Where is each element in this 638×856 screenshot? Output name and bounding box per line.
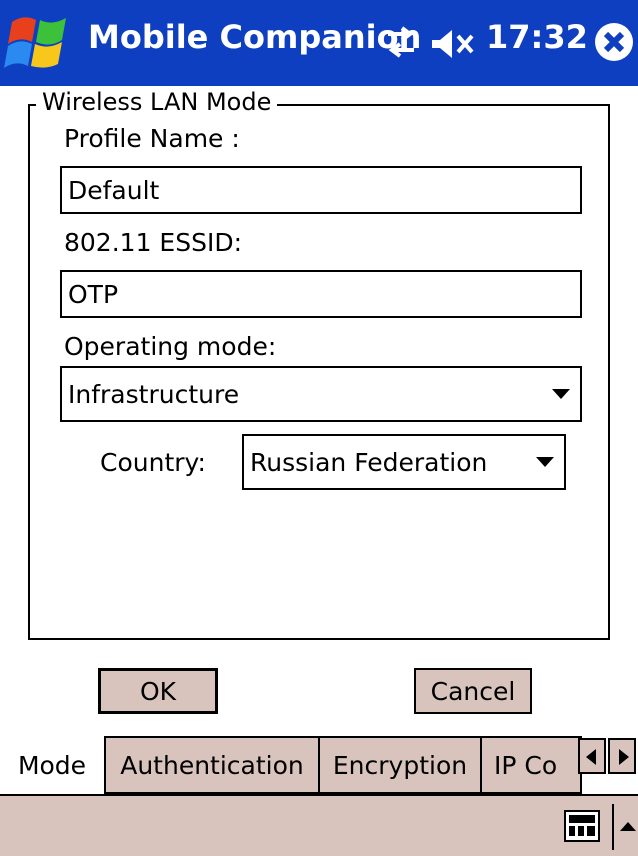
arrow-right-icon (619, 749, 629, 765)
keyboard-icon[interactable] (564, 810, 600, 842)
menu-bar (0, 794, 638, 856)
close-icon[interactable] (594, 22, 634, 62)
tab-scroll-left-button[interactable] (578, 738, 606, 774)
volume-muted-icon[interactable] (430, 26, 478, 62)
arrow-left-icon (586, 749, 596, 765)
tab-authentication[interactable]: Authentication (106, 736, 320, 794)
operating-mode-value: Infrastructure (68, 379, 240, 409)
ok-button[interactable]: OK (98, 668, 218, 714)
essid-field[interactable]: OTP (60, 270, 582, 318)
operating-mode-label: Operating mode: (64, 332, 277, 361)
tab-ip-config[interactable]: IP Co (482, 736, 582, 794)
essid-label: 802.11 ESSID: (64, 228, 243, 257)
operating-mode-select[interactable]: Infrastructure (60, 366, 582, 422)
tab-strip: Mode Authentication Encryption IP Co (0, 736, 638, 794)
tab-scroll-right-button[interactable] (608, 738, 636, 774)
chevron-up-icon (620, 822, 636, 831)
tab-mode[interactable]: Mode (0, 736, 106, 794)
cancel-button[interactable]: Cancel (414, 668, 532, 714)
country-value: Russian Federation (250, 447, 488, 477)
windows-start-icon[interactable] (4, 8, 70, 78)
groupbox-legend: Wireless LAN Mode (36, 88, 278, 116)
app-title: Mobile Companion (88, 18, 422, 56)
clock[interactable]: 17:32 (486, 18, 588, 56)
title-bar: Mobile Companion 17:32 (0, 0, 638, 86)
chevron-down-icon (552, 389, 570, 399)
tab-encryption[interactable]: Encryption (320, 736, 482, 794)
country-label: Country: (100, 448, 206, 477)
country-select[interactable]: Russian Federation (242, 434, 566, 490)
profile-name-field[interactable]: Default (60, 166, 582, 214)
profile-name-label: Profile Name : (64, 124, 240, 153)
chevron-down-icon (536, 457, 554, 467)
connectivity-icon[interactable] (384, 22, 418, 62)
input-panel-toggle[interactable] (612, 804, 638, 850)
